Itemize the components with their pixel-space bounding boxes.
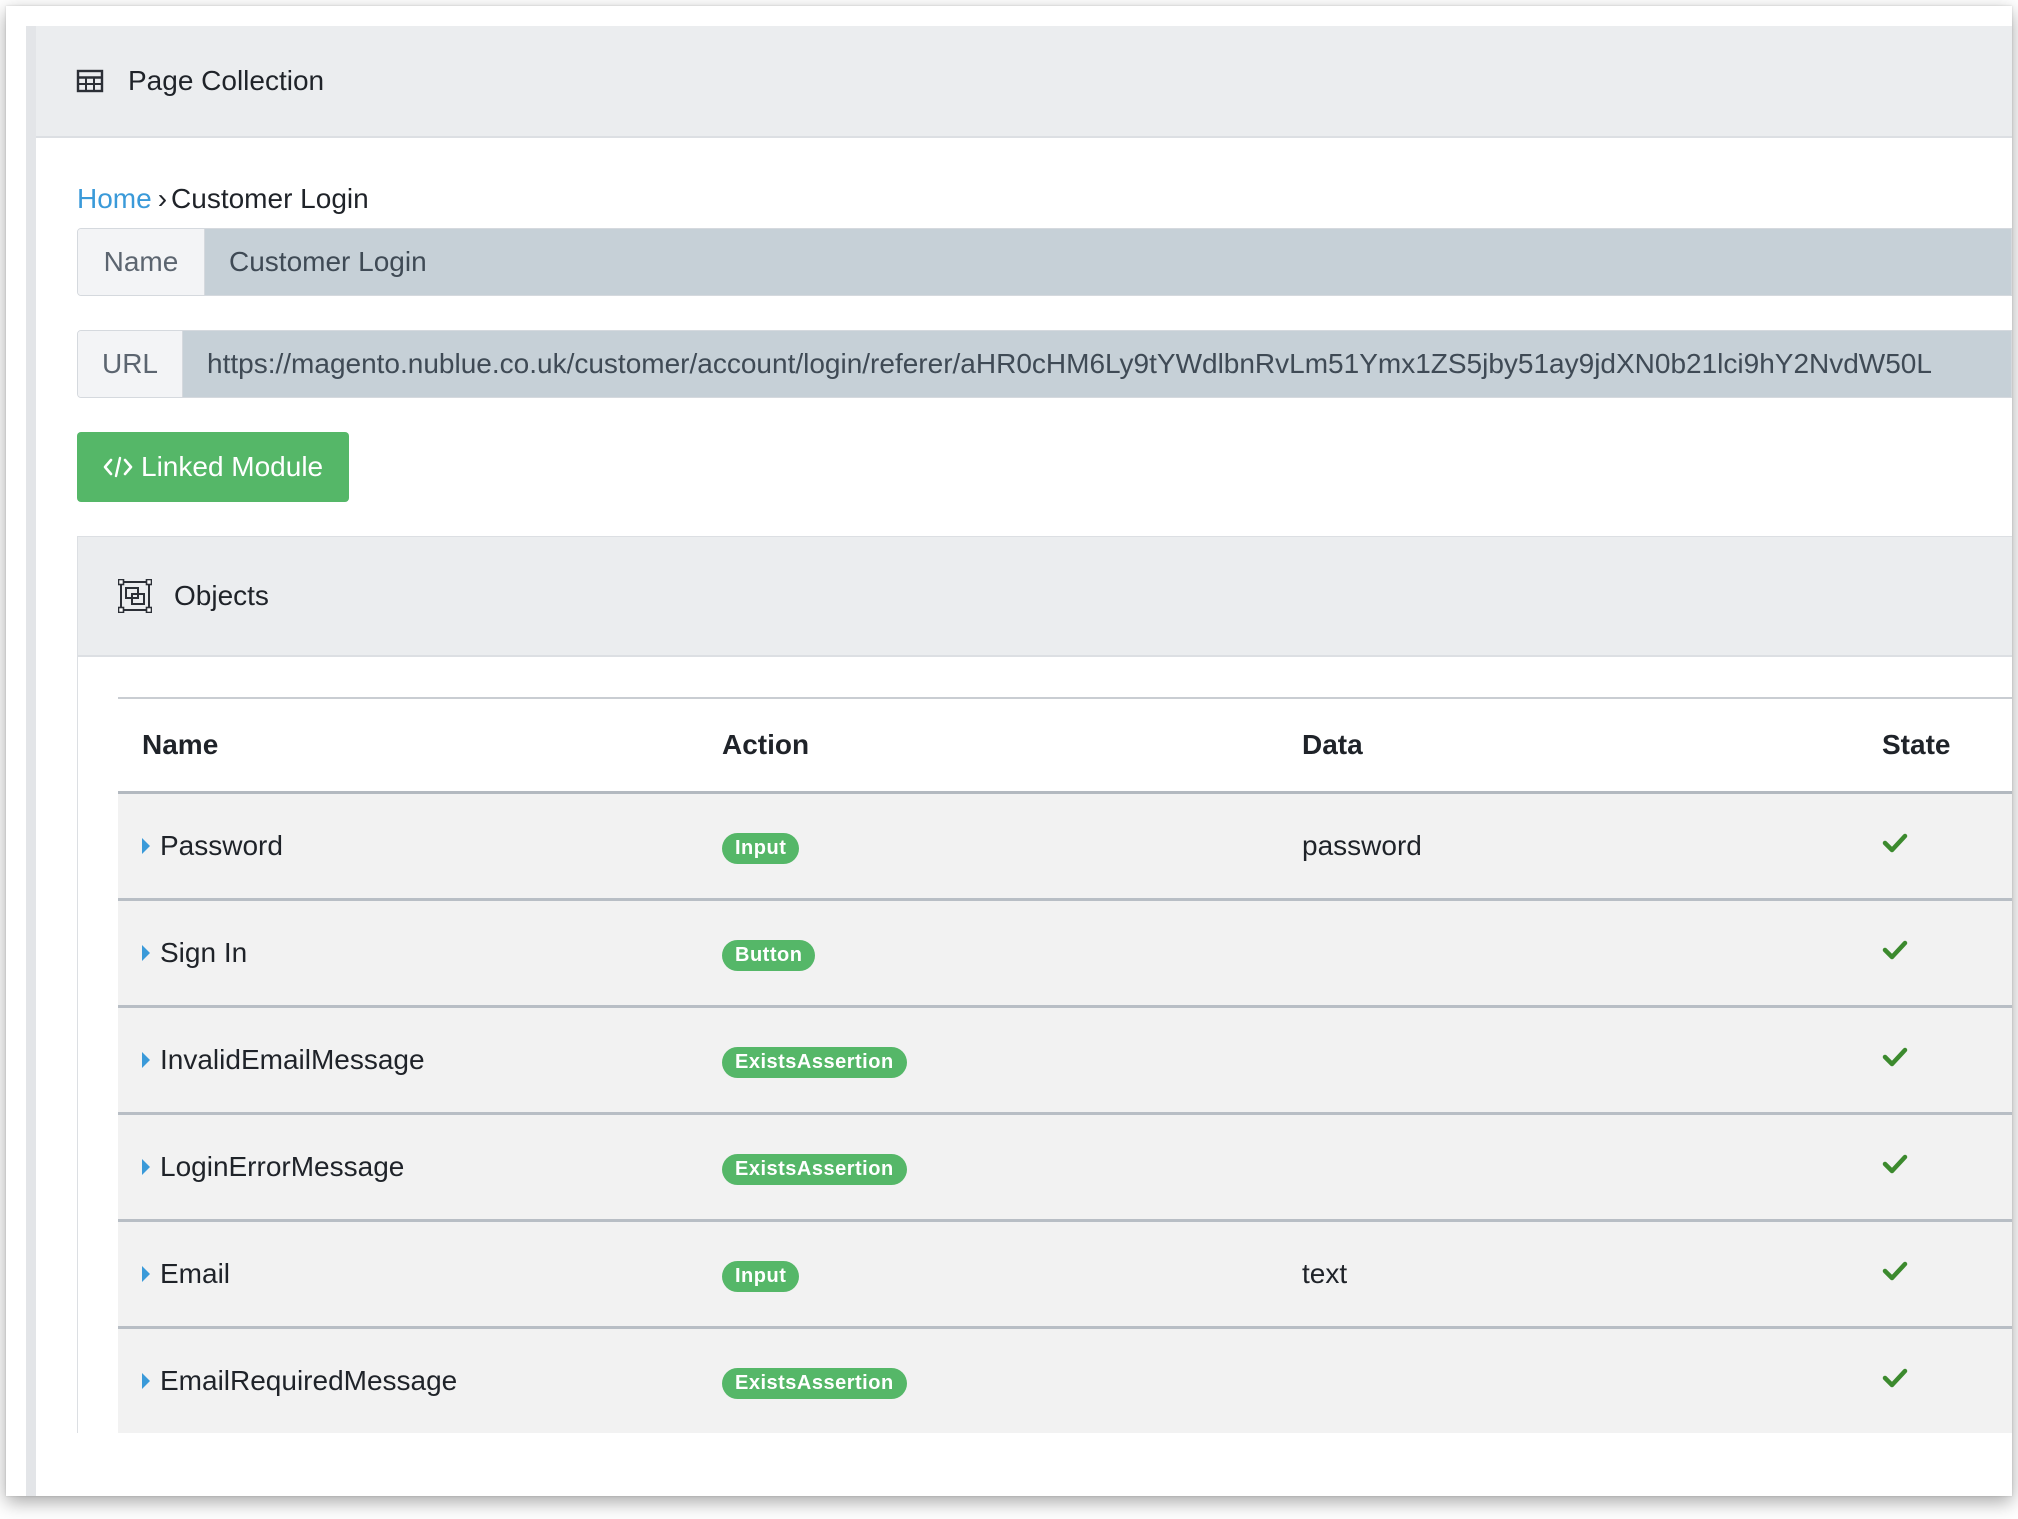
action-badge: ExistsAssertion [722,1046,907,1078]
row-state-cell [1858,1326,2012,1433]
column-header-name[interactable]: Name [118,697,698,794]
row-name: Password [160,830,283,861]
row-data [1278,1112,1858,1221]
row-state-cell [1858,1112,2012,1221]
row-name: LoginErrorMessage [160,1151,405,1182]
action-badge: ExistsAssertion [722,1153,907,1185]
expand-caret-icon[interactable] [142,837,150,854]
objects-title: Objects [174,580,269,611]
expand-caret-icon[interactable] [142,944,150,961]
expand-caret-icon[interactable] [142,1372,150,1389]
row-name: EmailRequiredMessage [160,1365,458,1396]
check-icon [1882,830,1908,856]
row-action-cell: ExistsAssertion [698,1112,1278,1221]
column-header-action[interactable]: Action [698,697,1278,794]
row-action-cell: ExistsAssertion [698,1326,1278,1433]
action-badge: Input [722,832,800,864]
column-header-state[interactable]: State [1858,697,2012,794]
expand-caret-icon[interactable] [142,1051,150,1068]
expand-caret-icon[interactable] [142,1265,150,1282]
table-icon [76,67,104,95]
expand-caret-icon[interactable] [142,1158,150,1175]
row-name: Sign In [160,937,248,968]
name-field-group: Name Customer Login [77,228,2012,296]
action-badge: Button [722,939,816,971]
check-icon [1882,1044,1908,1070]
table-header-row: Name Action Data State [118,697,2012,794]
name-field-label: Name [78,229,205,295]
row-action-cell: ExistsAssertion [698,1005,1278,1114]
row-state-cell [1858,793,2012,900]
row-data: text [1278,1219,1858,1328]
row-data [1278,898,1858,1007]
objects-card: Objects Name Action Data State Password … [77,536,2012,1433]
breadcrumb: Home › Customer Login [77,182,2012,216]
action-badge: Input [722,1260,800,1292]
row-name-cell[interactable]: LoginErrorMessage [118,1112,698,1221]
check-icon [1882,937,1908,963]
url-field-label: URL [78,331,183,397]
url-field[interactable]: https://magento.nublue.co.uk/customer/ac… [183,331,2011,397]
row-name-cell[interactable]: InvalidEmailMessage [118,1005,698,1114]
name-field[interactable]: Customer Login [205,229,2011,295]
objects-header: Objects [78,537,2012,657]
check-icon [1882,1258,1908,1284]
table-row[interactable]: InvalidEmailMessage ExistsAssertion [118,1005,2012,1114]
row-name-cell[interactable]: EmailRequiredMessage [118,1326,698,1433]
row-name: InvalidEmailMessage [160,1044,425,1075]
linked-module-label: Linked Module [141,451,324,482]
table-row[interactable]: Password Input password [118,792,2012,900]
table-row[interactable]: Email Input text [118,1219,2012,1328]
row-name-cell[interactable]: Sign In [118,898,698,1007]
table-row[interactable]: LoginErrorMessage ExistsAssertion [118,1112,2012,1221]
row-action-cell: Input [698,793,1278,900]
row-action-cell: Button [698,898,1278,1007]
panel-body: Home › Customer Login Name Customer Login … [36,182,2012,1433]
object-group-icon [118,579,152,613]
row-state-cell [1858,1005,2012,1114]
panel-header: Page Collection [36,26,2012,138]
row-data [1278,1005,1858,1114]
row-action-cell: Input [698,1219,1278,1328]
url-field-group: URL https://magento.nublue.co.uk/custome… [77,330,2012,398]
table-row[interactable]: EmailRequiredMessage ExistsAssertion [118,1326,2012,1433]
row-state-cell [1858,1219,2012,1328]
row-name-cell[interactable]: Password [118,793,698,900]
row-name-cell[interactable]: Email [118,1219,698,1328]
row-data: password [1302,830,1422,861]
code-icon [103,455,133,479]
linked-module-button[interactable]: Linked Module [77,432,350,502]
table-row[interactable]: Sign In Button [118,898,2012,1007]
page-collection-panel: Page Collection Home › Customer Login Name… [26,26,2012,1496]
breadcrumb-separator: › [157,183,168,214]
breadcrumb-current: Customer Login [171,183,369,214]
check-icon [1882,1365,1908,1391]
breadcrumb-home-link[interactable]: Home [77,183,152,214]
action-badge: ExistsAssertion [722,1367,907,1399]
row-state-cell [1858,898,2012,1007]
check-icon [1882,1151,1908,1177]
row-name: Email [160,1258,231,1289]
screenshot-frame: Page Collection Home › Customer Login Name… [6,6,2012,1496]
column-header-data[interactable]: Data [1278,697,1858,794]
row-data [1278,1326,1858,1433]
objects-table: Name Action Data State Password Input pa… [118,697,2012,1433]
objects-table-wrap: Name Action Data State Password Input pa… [78,657,2012,1433]
panel-title: Page Collection [128,65,325,96]
